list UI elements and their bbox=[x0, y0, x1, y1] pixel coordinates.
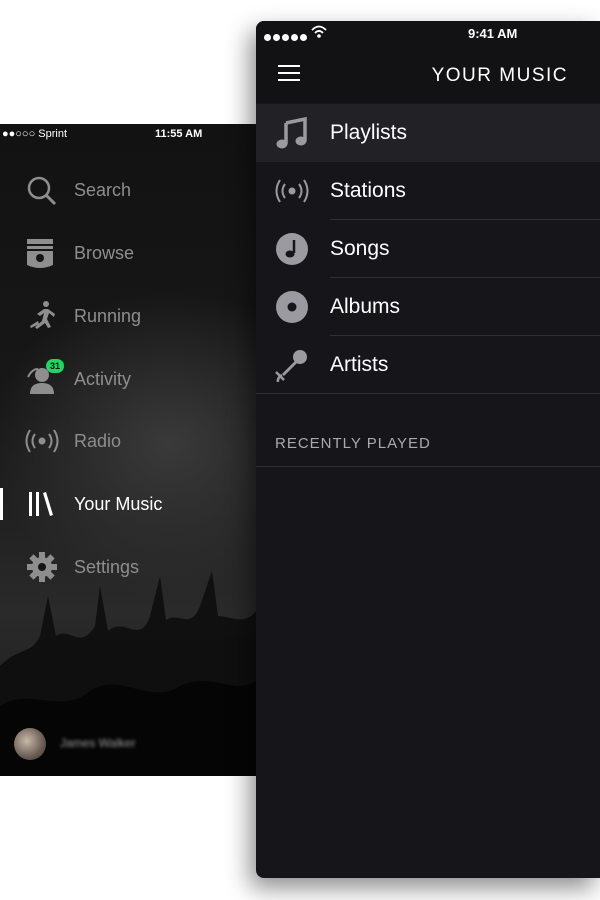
status-time: 9:41 AM bbox=[468, 26, 518, 41]
library-item-albums[interactable]: Albums bbox=[256, 278, 600, 336]
library-icon bbox=[29, 492, 53, 516]
menu-item-search[interactable]: Search bbox=[0, 162, 256, 218]
radio-icon bbox=[25, 429, 59, 453]
menu-item-label: Running bbox=[74, 306, 142, 326]
library-item-label: Songs bbox=[330, 237, 390, 260]
browse-icon bbox=[27, 239, 53, 268]
page-title: YOUR MUSIC bbox=[431, 65, 568, 86]
nav-bar: YOUR MUSIC bbox=[256, 47, 600, 103]
search-icon bbox=[27, 176, 57, 206]
section-title-recently-played: RECENTLY PLAYED bbox=[275, 435, 431, 452]
microphone-icon bbox=[275, 350, 307, 382]
notification-badge: 31 bbox=[46, 359, 64, 373]
library-item-label: Artists bbox=[330, 353, 389, 376]
avatar bbox=[14, 728, 46, 760]
carrier-label: ●●○○○ Sprint bbox=[2, 128, 68, 140]
signal-strength-icon bbox=[264, 29, 309, 44]
hamburger-menu-icon[interactable] bbox=[278, 65, 300, 83]
library-item-label: Playlists bbox=[330, 121, 408, 144]
library-item-artists[interactable]: Artists bbox=[256, 336, 600, 394]
status-bar: ●●○○○ Sprint 11:55 AM bbox=[0, 124, 256, 144]
menu-item-your-music[interactable]: Your Music bbox=[0, 476, 256, 532]
side-menu-screen: ●●○○○ Sprint 11:55 AM Search Browse Runn… bbox=[0, 124, 256, 776]
menu-item-label: Your Music bbox=[74, 494, 163, 514]
library-item-stations[interactable]: Stations bbox=[256, 162, 600, 220]
album-icon bbox=[276, 291, 308, 323]
your-music-screen: 9:41 AM YOUR MUSIC Playlists Stations So… bbox=[256, 21, 600, 878]
status-time: 11:55 AM bbox=[155, 128, 203, 140]
menu-item-settings[interactable]: Settings bbox=[0, 539, 256, 595]
menu-item-label: Activity bbox=[74, 369, 132, 389]
active-indicator bbox=[0, 488, 3, 520]
wifi-icon bbox=[311, 25, 327, 38]
profile-name: James Walker bbox=[60, 736, 136, 750]
menu-item-label: Browse bbox=[74, 243, 135, 263]
menu-item-activity[interactable]: 31 Activity bbox=[0, 351, 256, 407]
menu-item-running[interactable]: Running bbox=[0, 288, 256, 344]
gear-icon bbox=[27, 552, 57, 582]
menu-item-browse[interactable]: Browse bbox=[0, 225, 256, 281]
song-icon bbox=[276, 233, 308, 265]
radio-icon bbox=[275, 179, 309, 203]
library-item-songs[interactable]: Songs bbox=[256, 220, 600, 278]
profile-row[interactable]: James Walker bbox=[14, 728, 214, 760]
library-item-playlists[interactable]: Playlists bbox=[256, 104, 600, 162]
divider bbox=[256, 466, 600, 467]
running-icon bbox=[30, 301, 55, 329]
music-note-icon bbox=[276, 116, 307, 149]
status-bar: 9:41 AM bbox=[256, 21, 600, 47]
menu-item-label: Search bbox=[74, 180, 132, 200]
menu-item-label: Settings bbox=[74, 557, 140, 577]
divider bbox=[256, 393, 600, 394]
library-item-label: Stations bbox=[330, 179, 406, 202]
menu-item-radio[interactable]: Radio bbox=[0, 413, 256, 469]
library-item-label: Albums bbox=[330, 295, 401, 318]
menu-item-label: Radio bbox=[74, 431, 122, 451]
